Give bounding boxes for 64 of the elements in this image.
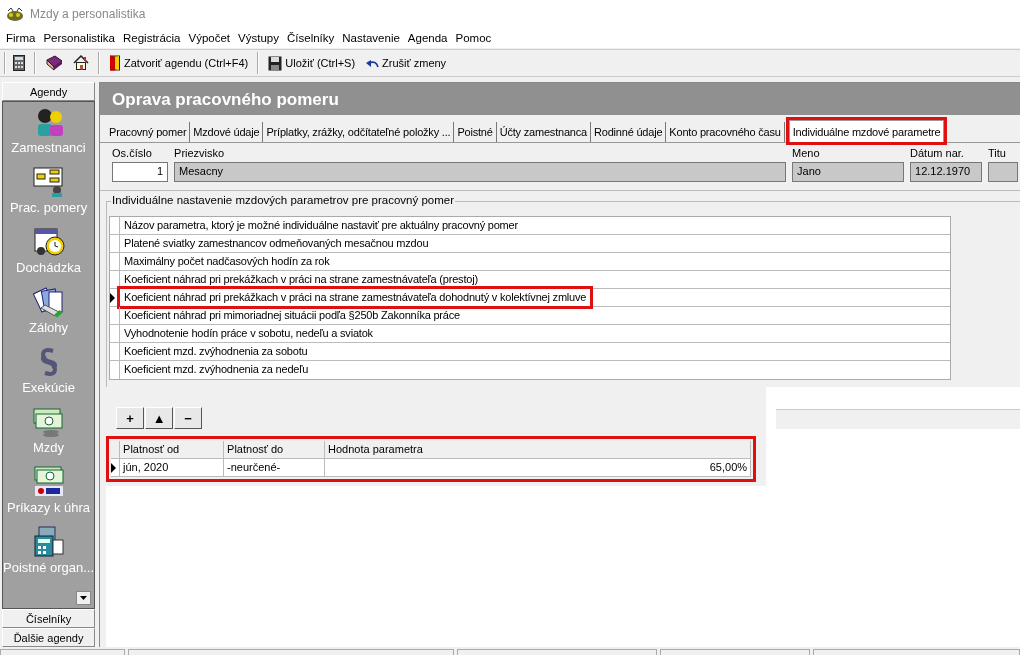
field-label: Os.číslo [112,147,153,161]
sidebar-header[interactable]: Agendy [2,82,96,101]
input-field[interactable]: Jano [792,162,905,182]
menu-item[interactable]: Výstupy [234,32,283,44]
table-cell[interactable]: jún, 2020 [120,459,225,476]
column-header: Hodnota parametra [325,441,752,458]
menu-item[interactable]: Pomoc [451,32,496,44]
group-title: Individuálne nastavenie mzdových parametrov pre pracovný pomer [111,194,456,206]
field-label: Priezvisko [174,147,226,161]
calculator-building-icon [32,526,65,558]
table-cell[interactable]: Platené sviatky zamestnancov odmeňovaných mesačnou mzdou [120,235,433,252]
window-title: Mzdy a personalistika [30,7,146,21]
input-field[interactable] [988,162,1019,182]
app-icon [6,7,24,21]
menu-item[interactable]: Číselníky [283,32,339,44]
menu-item[interactable]: Výpočet [184,32,235,44]
undo-icon [365,58,380,68]
menu-item[interactable]: Firma [2,32,40,44]
menu-item[interactable]: Nastavenie [338,32,404,44]
cards-hand-icon [32,286,65,318]
grid-button[interactable]: ▲ [145,407,174,429]
table-cell[interactable]: -neurčené- [224,459,326,476]
scroll-down-button[interactable] [76,591,92,605]
door-icon [109,55,121,71]
calculator-button[interactable] [10,52,28,74]
grid-button[interactable]: + [116,407,145,429]
table-cell[interactable]: Koeficient mzd. zvýhodnenia za sobotu [120,343,312,360]
toolbar-button[interactable]: Zrušiť zmeny [362,52,450,74]
table-cell[interactable]: Koeficient náhrad pri prekážkach v práci na strane zamestnávateľa dohodnutý v kolektívnej zmluve [120,289,591,306]
grid-button[interactable]: − [174,407,203,429]
tab[interactable]: Individuálne mzdové parametre [788,120,945,142]
book-icon [45,55,63,71]
toolbar-button[interactable]: Zatvoriť agendu (Ctrl+F4) [106,52,252,74]
field-label: Meno [792,147,821,161]
column-header: Názov parametra, ktorý je možné individuálne nastaviť pre aktuálny pracovný pomer [123,218,519,233]
page-title: Oprava pracovného pomeru [100,83,1020,115]
tab[interactable]: Rodinné údaje [591,122,667,142]
toolbar-button[interactable]: Uložiť (Ctrl+S) [265,52,359,74]
table-cell[interactable]: 65,00% [325,459,752,476]
sidebar-section-button[interactable]: Ďalšie agendy [2,628,96,647]
menu-item[interactable]: Personalistika [39,32,119,44]
column-header: Platnosť od [120,441,225,458]
table-cell[interactable]: Koeficient náhrad pri mimoriadnej situácii podľa §250b Zakonníka práce [120,307,464,324]
column-header: Platnosť do [224,441,326,458]
field-label: Titu [988,147,1007,161]
down-arrow-icon [80,596,88,600]
calendar-clock-icon [32,226,65,258]
home-icon [73,55,89,71]
banknotes-icon [32,406,65,438]
field-label: Dátum nar. [910,147,965,161]
euro-banknote-icon [32,466,65,498]
table-cell[interactable]: Maximálny počet nadčasových hodín za rok [120,253,334,270]
table-cell[interactable]: Koeficient náhrad pri prekážkach v práci na strane zamestnávateľa (prestoj) [120,271,482,288]
input-field[interactable]: 1 [112,162,169,182]
menu-item[interactable]: Registrácia [119,32,185,44]
calculator-icon [13,55,25,71]
table-cell[interactable]: Vyhodnotenie hodín práce v sobotu, nedeľu a sviatok [120,325,377,342]
table-cell[interactable]: Koeficient mzd. zvýhodnenia za nedeľu [120,361,313,379]
sidebar-section-button[interactable]: Číselníky [2,609,96,628]
menu-item[interactable]: Agenda [403,32,452,44]
input-field[interactable]: Mesacny [174,162,787,182]
org-chart-icon [32,166,65,198]
tab[interactable]: Pracovný pomer [106,122,191,142]
input-field[interactable]: 12.12.1970 [910,162,983,182]
